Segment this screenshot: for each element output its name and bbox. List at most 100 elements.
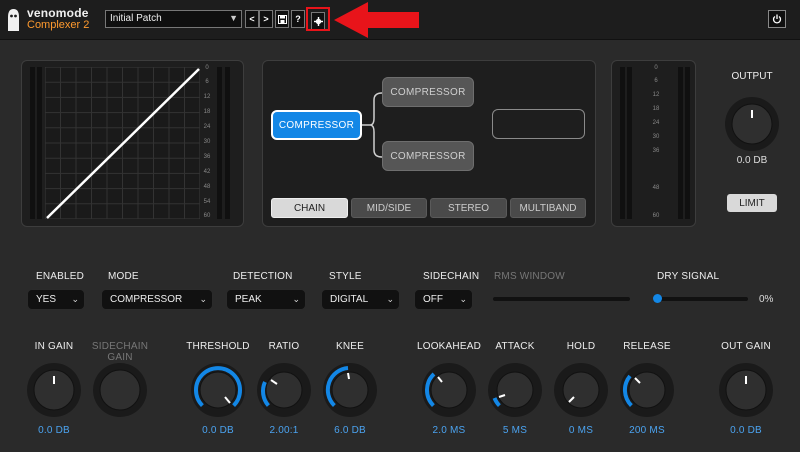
- next-patch-button[interactable]: >: [259, 10, 273, 28]
- output-meter-right: [627, 67, 632, 219]
- output-knob[interactable]: [724, 96, 780, 152]
- scale-label: 6: [205, 79, 209, 85]
- out-gain-value: 0.0 DB: [730, 425, 762, 436]
- hold-knob[interactable]: [553, 362, 609, 418]
- mode-value: COMPRESSOR: [110, 294, 183, 305]
- scale-label: 36: [652, 148, 660, 154]
- threshold-knob[interactable]: [190, 362, 246, 418]
- patch-name: Initial Patch: [110, 13, 162, 24]
- gain-reduction-meter-right: [225, 67, 230, 219]
- scale-label: 48: [203, 184, 211, 190]
- release-knob[interactable]: [619, 362, 675, 418]
- release-value: 200 MS: [629, 425, 665, 436]
- save-button[interactable]: [275, 10, 289, 28]
- tab-mid-side[interactable]: MID/SIDE: [351, 198, 427, 218]
- dry-signal-slider[interactable]: [655, 297, 748, 301]
- empty-slot[interactable]: [492, 109, 585, 139]
- input-meter-right: [37, 67, 42, 219]
- scale-label: 12: [203, 94, 211, 100]
- chevron-down-icon: ▼: [229, 13, 238, 23]
- scale-label: 54: [203, 199, 211, 205]
- sidechain-gain-label: SIDECHAIN GAIN: [91, 341, 149, 363]
- enabled-select[interactable]: YES ⌄: [27, 289, 85, 310]
- out-gain-knob[interactable]: [718, 362, 774, 418]
- rms-window-slider[interactable]: [493, 297, 630, 301]
- red-arrow-annotation: [334, 2, 419, 38]
- release-label: RELEASE: [623, 341, 671, 352]
- compressor-slot-3[interactable]: COMPRESSOR: [382, 141, 474, 171]
- detection-label: DETECTION: [233, 271, 293, 282]
- sidechain-value: OFF: [423, 294, 443, 305]
- chevron-down-icon: ⌄: [292, 294, 300, 304]
- sidechain-label: SIDECHAIN: [423, 271, 480, 282]
- tab-multiband[interactable]: MULTIBAND: [510, 198, 586, 218]
- scale-label: 30: [203, 139, 211, 145]
- dry-signal-value: 0%: [759, 294, 774, 305]
- prev-patch-button[interactable]: <: [245, 10, 259, 28]
- scale-label: 6: [654, 78, 658, 84]
- sidechain-select[interactable]: OFF ⌄: [414, 289, 473, 310]
- patch-select[interactable]: Initial Patch ▼: [105, 10, 242, 28]
- snake-logo-icon: [8, 9, 19, 31]
- compressor-slot-2[interactable]: COMPRESSOR: [382, 77, 474, 107]
- knee-label: KNEE: [335, 341, 365, 352]
- input-meter-left: [30, 67, 35, 219]
- mode-select[interactable]: COMPRESSOR ⌄: [101, 289, 213, 310]
- lookahead-knob[interactable]: [421, 362, 477, 418]
- limit-button[interactable]: LIMIT: [727, 194, 777, 212]
- scale-label: 60: [652, 213, 660, 219]
- tab-stereo[interactable]: STEREO: [430, 198, 507, 218]
- scale-label: 30: [652, 134, 660, 140]
- routing-connector: [360, 92, 383, 158]
- scale-label: 24: [652, 120, 660, 126]
- scale-label: 18: [652, 106, 660, 112]
- help-button[interactable]: ?: [291, 10, 305, 28]
- chevron-down-icon: ⌄: [199, 294, 207, 304]
- product-name: Complexer 2: [27, 19, 90, 31]
- floppy-disk-icon: [277, 14, 287, 24]
- in-gain-knob[interactable]: [26, 362, 82, 418]
- power-icon: [772, 14, 782, 24]
- scale-label: 36: [203, 154, 211, 160]
- style-label: STYLE: [329, 271, 362, 282]
- power-button[interactable]: [768, 10, 786, 28]
- enabled-label: ENABLED: [36, 271, 85, 282]
- scale-label: 12: [652, 92, 660, 98]
- output-value: 0.0 DB: [736, 155, 768, 166]
- gain-reduction-meter-left: [217, 67, 222, 219]
- output-gr-meter-left: [678, 67, 683, 219]
- style-value: DIGITAL: [330, 294, 369, 305]
- mode-label: MODE: [108, 271, 139, 282]
- knee-knob[interactable]: [322, 362, 378, 418]
- scale-label: 24: [203, 124, 211, 130]
- transfer-curve-graph: [45, 67, 200, 219]
- scale-label: 18: [203, 109, 211, 115]
- tab-chain[interactable]: CHAIN: [271, 198, 348, 218]
- ratio-knob[interactable]: [256, 362, 312, 418]
- settings-highlight-box: [306, 7, 330, 31]
- enabled-value: YES: [36, 294, 57, 305]
- compressor-slot-1[interactable]: COMPRESSOR: [271, 110, 362, 140]
- knee-value: 6.0 DB: [334, 425, 366, 436]
- sidechain-gain-knob[interactable]: [92, 362, 148, 418]
- attack-knob[interactable]: [487, 362, 543, 418]
- scale-label: 0: [205, 65, 209, 71]
- dry-signal-slider-thumb[interactable]: [653, 294, 662, 303]
- curve-scale: 0 6 12 18 24 30 36 42 48 54 60: [199, 65, 215, 223]
- detection-value: PEAK: [235, 294, 262, 305]
- output-gr-meter-right: [685, 67, 690, 219]
- scale-label: 60: [203, 213, 211, 219]
- out-gain-label: OUT GAIN: [721, 341, 771, 352]
- in-gain-value: 0.0 DB: [38, 425, 70, 436]
- scale-label: 42: [203, 169, 211, 175]
- rms-window-label: RMS WINDOW: [494, 271, 565, 282]
- chevron-down-icon: ⌄: [386, 294, 394, 304]
- detection-select[interactable]: PEAK ⌄: [226, 289, 306, 310]
- scale-label: 0: [654, 65, 658, 71]
- dry-signal-label: DRY SIGNAL: [657, 271, 720, 282]
- scale-label: 48: [652, 185, 660, 191]
- output-meter-left: [620, 67, 625, 219]
- style-select[interactable]: DIGITAL ⌄: [321, 289, 400, 310]
- output-meter-scale: 0 6 12 18 24 30 36 48 60: [640, 65, 672, 223]
- chevron-down-icon: ⌄: [459, 294, 467, 304]
